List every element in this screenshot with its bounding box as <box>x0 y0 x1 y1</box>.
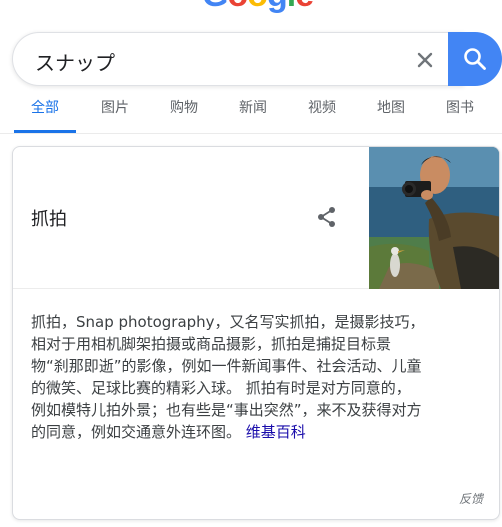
photographer-image[interactable] <box>369 147 499 289</box>
search-button[interactable] <box>448 32 502 86</box>
knowledge-card: 抓拍 抓拍，Snap photography，又名写实抓拍，是摄影技巧， 相对于… <box>12 146 500 520</box>
description-line: 例如模特儿拍外景；也有些是“事出突然”，来不及获得对方 <box>31 401 422 419</box>
card-description: 抓拍，Snap photography，又名写实抓拍，是摄影技巧， 相对于用相机… <box>31 311 487 443</box>
tab-images[interactable]: 图片 <box>101 98 129 132</box>
wikipedia-link[interactable]: 维基百科 <box>246 423 306 441</box>
google-logo[interactable]: Google <box>202 0 314 12</box>
clear-search-button[interactable] <box>413 48 437 72</box>
card-header: 抓拍 <box>13 147 499 289</box>
tab-books[interactable]: 图书 <box>446 98 474 132</box>
description-line: 的微笑、足球比赛的精彩入球。 抓拍有时是对方同意的， <box>31 379 411 397</box>
tab-videos[interactable]: 视频 <box>308 98 336 132</box>
close-icon <box>417 52 433 68</box>
search-tabs: 全部 图片 购物 新闻 视频 地图 图书 <box>0 98 502 134</box>
description-line: 抓拍，Snap photography，又名写实抓拍，是摄影技巧， <box>31 313 425 331</box>
search-query[interactable]: スナップ <box>35 47 115 76</box>
search-input[interactable]: スナップ <box>12 32 464 86</box>
share-icon <box>318 207 335 227</box>
description-line: 物“刹那即逝”的影像，例如一件新闻事件、社会活动、儿童 <box>31 357 422 375</box>
active-tab-indicator <box>14 130 76 133</box>
tab-news[interactable]: 新闻 <box>239 98 267 132</box>
search-bar: スナップ <box>12 32 502 86</box>
tab-shopping[interactable]: 购物 <box>170 98 198 132</box>
card-title: 抓拍 <box>31 209 67 230</box>
description-text: 的同意，例如交通意外连环图。 <box>31 423 242 441</box>
search-icon <box>464 48 486 70</box>
description-line: 相对于用相机脚架拍摄或商品摄影，抓拍是捕捉目标景 <box>31 335 392 353</box>
feedback-link[interactable]: 反馈 <box>459 490 483 507</box>
tab-all[interactable]: 全部 <box>31 98 59 132</box>
photographer-photo <box>369 147 499 289</box>
tab-maps[interactable]: 地图 <box>377 98 405 132</box>
description-line-last: 的同意，例如交通意外连环图。 维基百科 <box>31 421 487 443</box>
share-button[interactable] <box>315 205 339 229</box>
